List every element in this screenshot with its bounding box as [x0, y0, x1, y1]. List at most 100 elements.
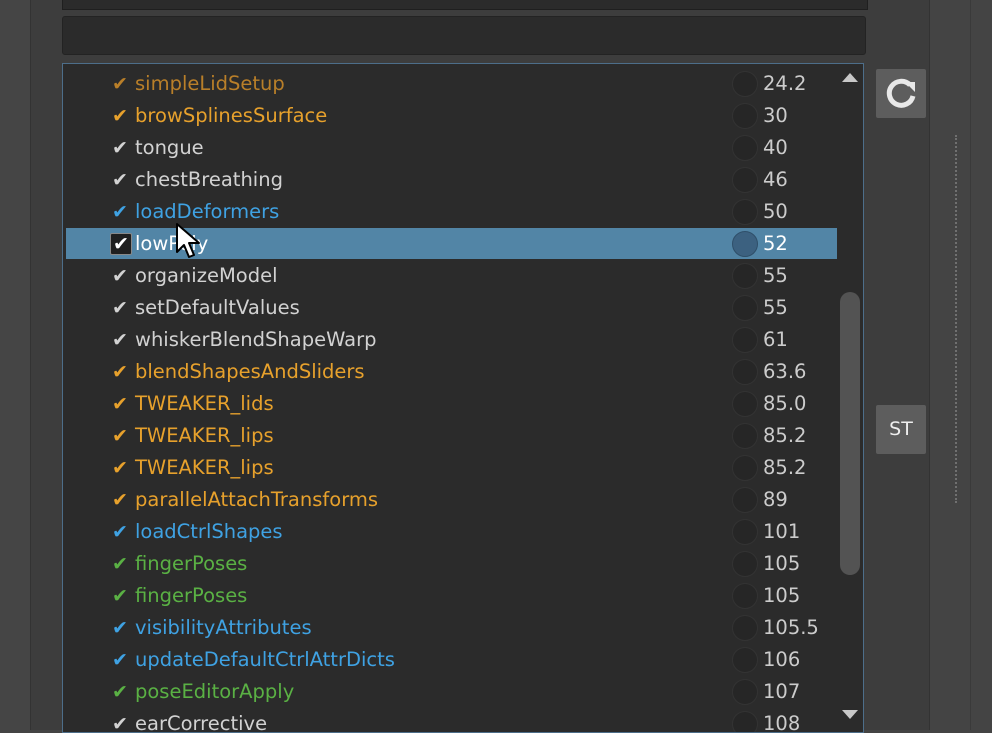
checkmark-icon[interactable]: ✔ [110, 618, 130, 638]
status-dot-icon[interactable] [732, 71, 758, 97]
status-dot-icon[interactable] [732, 231, 758, 257]
status-dot-icon[interactable] [732, 199, 758, 225]
list-item[interactable]: ✔ TWEAKER_lips 85.2 [66, 452, 837, 483]
checkmark-icon[interactable]: ✔ [110, 522, 130, 542]
list-item-value: 55 [763, 296, 788, 319]
list-item[interactable]: ✔ visibilityAttributes 105.5 [66, 612, 837, 643]
list-item-value: 52 [763, 232, 788, 255]
scroll-down-arrow-icon[interactable] [842, 710, 858, 719]
list-item-value: 85.0 [763, 392, 807, 415]
checkmark-icon[interactable]: ✔ [110, 426, 130, 446]
list-item[interactable]: ✔ earCorrective 108 [66, 708, 837, 732]
list-item[interactable]: ✔ updateDefaultCtrlAttrDicts 106 [66, 644, 837, 675]
checkmark-icon[interactable]: ✔ [110, 554, 130, 574]
status-dot-icon[interactable] [732, 103, 758, 129]
list-item-name: chestBreathing [135, 168, 283, 191]
status-dot-icon[interactable] [732, 135, 758, 161]
status-dot-icon[interactable] [732, 423, 758, 449]
checkmark-icon[interactable]: ✔ [110, 106, 130, 126]
list-item[interactable]: ✔ setDefaultValues 55 [66, 292, 837, 323]
list-item-name: loadCtrlShapes [135, 520, 283, 543]
checkmark-icon[interactable]: ✔ [110, 458, 130, 478]
list-item[interactable]: ✔ fingerPoses 105 [66, 548, 837, 579]
list-item-value: 24.2 [763, 72, 807, 95]
list-item-name: TWEAKER_lips [135, 456, 274, 479]
st-button[interactable]: ST [876, 405, 926, 454]
status-dot-icon[interactable] [732, 295, 758, 321]
checkmark-icon[interactable]: ✔ [110, 138, 130, 158]
checkmark-icon[interactable]: ✔ [110, 202, 130, 222]
right-panel-edge [970, 0, 971, 730]
checkmark-icon[interactable]: ✔ [110, 330, 130, 350]
list-item-value: 61 [763, 328, 788, 351]
checkmark-icon[interactable]: ✔ [110, 714, 130, 732]
checkmark-icon[interactable]: ✔ [110, 298, 130, 318]
filter-field[interactable] [62, 16, 866, 55]
list-item[interactable]: ✔ organizeModel 55 [66, 260, 837, 291]
list-item-name: fingerPoses [135, 584, 248, 607]
refresh-icon [886, 78, 916, 108]
status-dot-icon[interactable] [732, 391, 758, 417]
list-item[interactable]: ✔ loadCtrlShapes 101 [66, 516, 837, 547]
list-item[interactable]: ✔ TWEAKER_lids 85.0 [66, 388, 837, 419]
list-item[interactable]: ✔ whiskerBlendShapeWarp 61 [66, 324, 837, 355]
list-item-value: 30 [763, 104, 788, 127]
list-item-name: browSplinesSurface [135, 104, 328, 127]
checkmark-icon[interactable]: ✔ [110, 362, 130, 382]
splitter-handle[interactable] [955, 135, 957, 503]
status-dot-icon[interactable] [732, 455, 758, 481]
scrollbar-thumb[interactable] [840, 292, 860, 575]
status-dot-icon[interactable] [732, 487, 758, 513]
list-item[interactable]: ✔ chestBreathing 46 [66, 164, 837, 195]
checkmark-icon[interactable]: ✔ [110, 682, 130, 702]
list-item-name: TWEAKER_lids [135, 392, 274, 415]
list-item-value: 106 [763, 648, 801, 671]
checkmark-icon[interactable]: ✔ [110, 170, 130, 190]
checkmark-icon[interactable]: ✔ [110, 650, 130, 670]
status-dot-icon[interactable] [732, 551, 758, 577]
list-item-name: visibilityAttributes [135, 616, 312, 639]
list-item[interactable]: ✔ fingerPoses 105 [66, 580, 837, 611]
status-dot-icon[interactable] [732, 519, 758, 545]
checkmark-icon[interactable]: ✔ [110, 74, 130, 94]
list-item[interactable]: ✔ simpleLidSetup 24.2 [66, 68, 837, 99]
list-item-name: fingerPoses [135, 552, 248, 575]
list-item-value: 105.5 [763, 616, 819, 639]
status-dot-icon[interactable] [732, 359, 758, 385]
list-item-value: 63.6 [763, 360, 807, 383]
status-dot-icon[interactable] [732, 615, 758, 641]
list-item[interactable]: ✔ TWEAKER_lips 85.2 [66, 420, 837, 451]
checkmark-icon[interactable]: ✔ [110, 394, 130, 414]
list-item[interactable]: ✔ blendShapesAndSliders 63.6 [66, 356, 837, 387]
checkmark-icon[interactable]: ✔ [110, 490, 130, 510]
list-item-name: parallelAttachTransforms [135, 488, 379, 511]
scroll-up-arrow-icon[interactable] [842, 73, 858, 82]
mouse-cursor-icon [176, 223, 200, 258]
list-item-name: blendShapesAndSliders [135, 360, 365, 383]
refresh-button[interactable] [876, 69, 926, 118]
status-dot-icon[interactable] [732, 647, 758, 673]
checkmark-icon[interactable]: ✔ [110, 233, 132, 255]
list-item[interactable]: ✔ tongue 40 [66, 132, 837, 163]
top-field [62, 0, 868, 10]
list-item[interactable]: ✔ parallelAttachTransforms 89 [66, 484, 837, 515]
step-list: ✔ simpleLidSetup 24.2 ✔ browSplinesSurface 30… [62, 63, 864, 733]
checkmark-icon[interactable]: ✔ [110, 266, 130, 286]
status-dot-icon[interactable] [732, 679, 758, 705]
list-item-value: 85.2 [763, 456, 807, 479]
list-item-name: organizeModel [135, 264, 278, 287]
status-dot-icon[interactable] [732, 583, 758, 609]
left-panel-edge [0, 0, 31, 730]
status-dot-icon[interactable] [732, 167, 758, 193]
list-item-value: 40 [763, 136, 788, 159]
checkmark-icon[interactable]: ✔ [110, 586, 130, 606]
list-item-name: loadDeformers [135, 200, 280, 223]
list-item-name: tongue [135, 136, 204, 159]
list-item-value: 85.2 [763, 424, 807, 447]
status-dot-icon[interactable] [732, 327, 758, 353]
list-item[interactable]: ✔ poseEditorApply 107 [66, 676, 837, 707]
status-dot-icon[interactable] [732, 263, 758, 289]
list-item-name: TWEAKER_lips [135, 424, 274, 447]
list-item[interactable]: ✔ browSplinesSurface 30 [66, 100, 837, 131]
list-item-value: 107 [763, 680, 801, 703]
